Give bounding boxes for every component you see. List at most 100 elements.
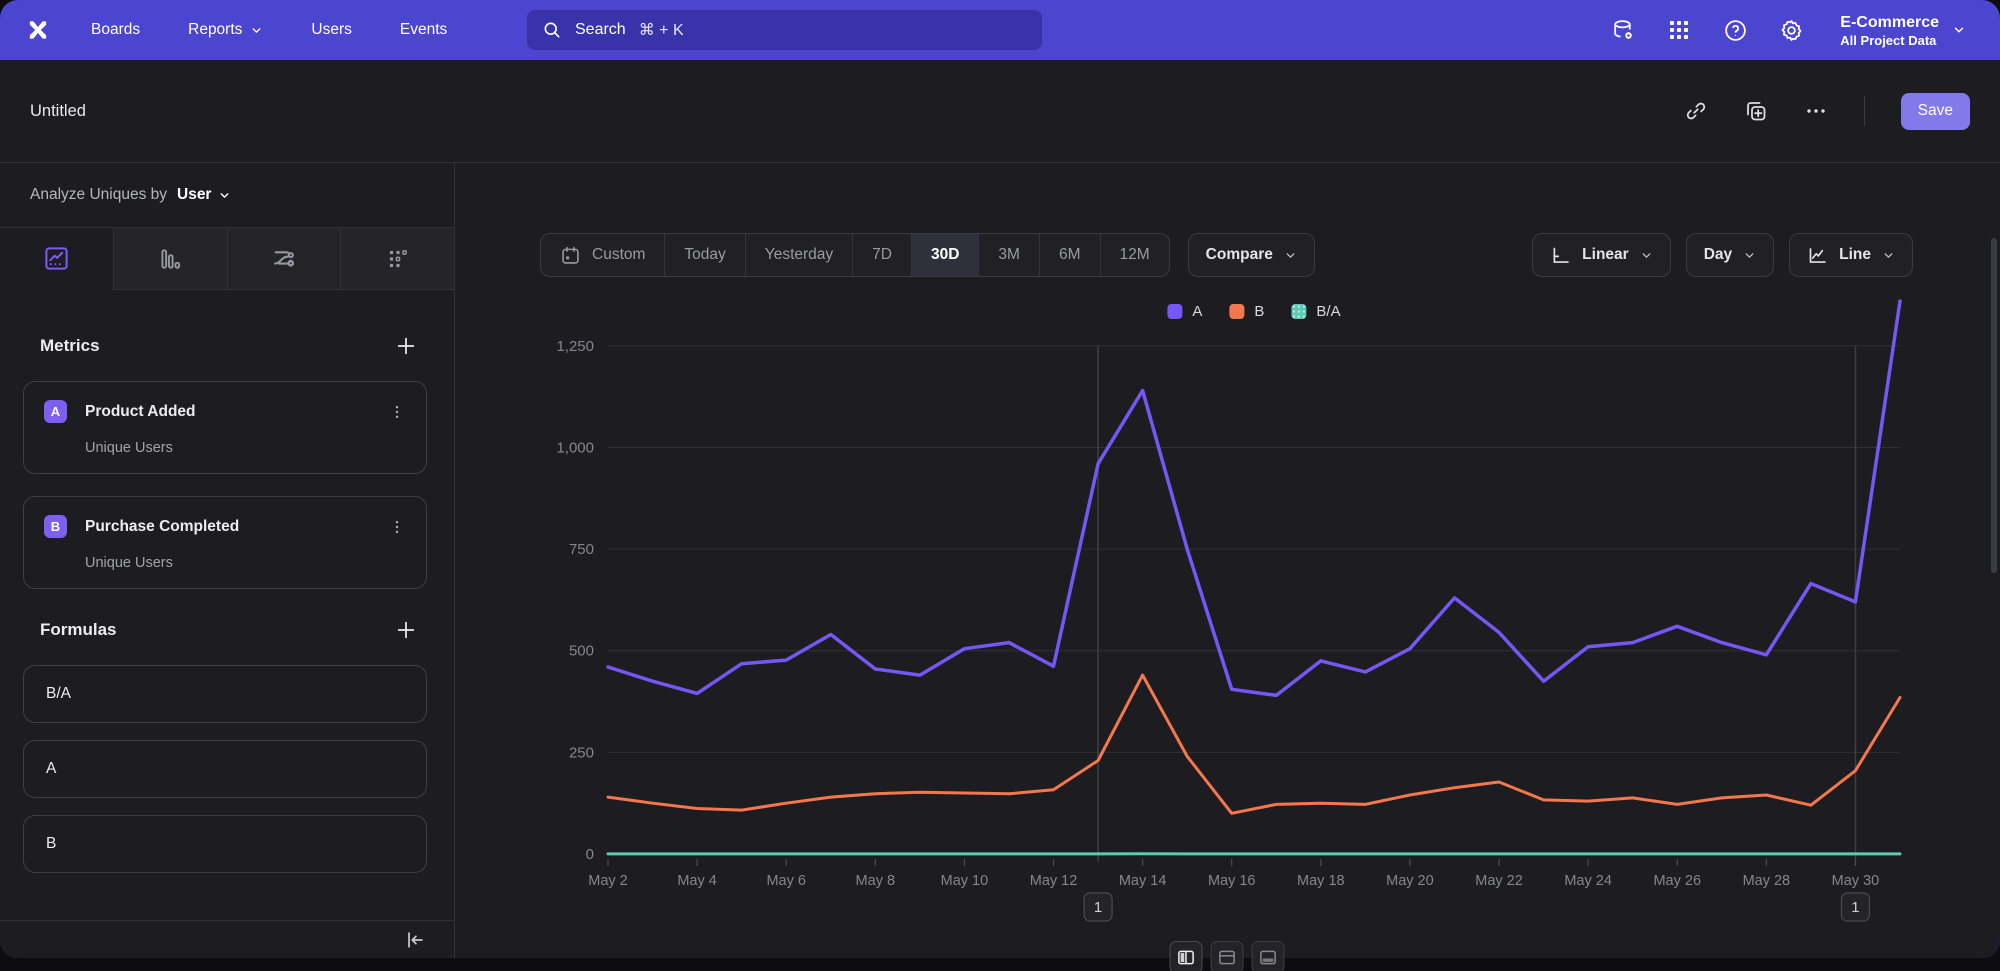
chart-type-label: Line bbox=[1839, 246, 1871, 264]
metrics-grid-icon bbox=[385, 246, 411, 272]
date-range-today[interactable]: Today bbox=[665, 234, 745, 276]
legend-swatch-a bbox=[1167, 304, 1182, 319]
scale-dropdown[interactable]: Linear bbox=[1532, 233, 1671, 277]
formula-card-a[interactable]: A bbox=[23, 740, 427, 798]
formula-card-ba[interactable]: B/A bbox=[23, 665, 427, 723]
nav-item-reports[interactable]: Reports bbox=[188, 21, 263, 39]
add-metric-button[interactable] bbox=[395, 335, 417, 357]
scrollbar-thumb[interactable] bbox=[1991, 238, 1997, 573]
collapse-sidebar-icon[interactable] bbox=[404, 929, 426, 951]
nav-item-events[interactable]: Events bbox=[400, 21, 447, 39]
svg-text:May 16: May 16 bbox=[1208, 873, 1256, 889]
line-chart-icon bbox=[1807, 245, 1828, 266]
legend-label: A bbox=[1192, 303, 1202, 320]
date-range-3m[interactable]: 3M bbox=[979, 234, 1040, 276]
report-header: Untitled Save bbox=[0, 60, 2000, 163]
svg-text:1,250: 1,250 bbox=[556, 338, 594, 355]
kebab-menu-icon[interactable] bbox=[388, 402, 406, 422]
screen: Boards Reports Users Events Search ⌘ + K bbox=[0, 0, 2000, 971]
interval-dropdown[interactable]: Day bbox=[1686, 233, 1774, 277]
formula-card-b[interactable]: B bbox=[23, 815, 427, 873]
legend-swatch-ba bbox=[1291, 304, 1306, 319]
divider bbox=[1864, 96, 1865, 126]
svg-text:May 22: May 22 bbox=[1475, 873, 1523, 889]
tab-bar-chart[interactable] bbox=[114, 228, 228, 290]
metric-row: B Purchase Completed bbox=[44, 515, 406, 538]
search-input[interactable]: Search ⌘ + K bbox=[527, 10, 1042, 50]
tab-metrics-grid[interactable] bbox=[341, 228, 454, 290]
more-ellipsis-icon[interactable] bbox=[1804, 99, 1828, 123]
nav-item-label: Events bbox=[400, 21, 447, 39]
svg-text:250: 250 bbox=[569, 744, 594, 761]
svg-text:May 6: May 6 bbox=[766, 873, 806, 889]
date-range-label: Today bbox=[684, 246, 725, 264]
project-switcher[interactable]: E-Commerce All Project Data bbox=[1840, 13, 1966, 48]
duplicate-icon[interactable] bbox=[1744, 99, 1768, 123]
chevron-down-icon bbox=[1640, 249, 1653, 262]
layout-button-table-split[interactable] bbox=[1211, 941, 1244, 971]
svg-text:1,000: 1,000 bbox=[556, 439, 594, 456]
settings-gear-icon[interactable] bbox=[1778, 17, 1804, 43]
annotation-badge[interactable]: 1 bbox=[1841, 893, 1869, 921]
tab-flows[interactable] bbox=[228, 228, 342, 290]
svg-text:0: 0 bbox=[586, 846, 594, 863]
svg-text:May 18: May 18 bbox=[1297, 873, 1345, 889]
svg-text:May 28: May 28 bbox=[1743, 873, 1791, 889]
metric-card-b[interactable]: B Purchase Completed Unique Users bbox=[23, 496, 427, 589]
data-management-icon[interactable] bbox=[1610, 17, 1636, 43]
metric-row: A Product Added bbox=[44, 400, 406, 423]
date-range-label: Custom bbox=[592, 246, 645, 264]
layout-button-chart-only[interactable] bbox=[1252, 941, 1285, 971]
nav-item-boards[interactable]: Boards bbox=[91, 21, 140, 39]
legend-item-a[interactable]: A bbox=[1167, 303, 1202, 320]
chart-controls: Custom Today Yesterday 7D 30D 3M 6M 12M … bbox=[540, 233, 1913, 277]
mixpanel-logo-icon[interactable] bbox=[24, 17, 51, 44]
chevron-down-icon bbox=[1882, 249, 1895, 262]
compare-dropdown[interactable]: Compare bbox=[1188, 233, 1315, 277]
svg-text:500: 500 bbox=[569, 643, 594, 660]
date-range-12m[interactable]: 12M bbox=[1101, 234, 1169, 276]
date-range-custom[interactable]: Custom bbox=[541, 234, 665, 276]
series-B-line[interactable] bbox=[608, 675, 1900, 813]
legend-item-ba[interactable]: B/A bbox=[1291, 303, 1340, 320]
metric-card-a[interactable]: A Product Added Unique Users bbox=[23, 381, 427, 474]
bar-chart-icon bbox=[157, 246, 183, 272]
date-range-30d[interactable]: 30D bbox=[912, 234, 979, 276]
nav-item-label: Boards bbox=[91, 21, 140, 39]
date-range-yesterday[interactable]: Yesterday bbox=[746, 234, 853, 276]
date-range-label: 30D bbox=[931, 246, 959, 264]
visualization-tabs bbox=[0, 228, 454, 290]
date-range-6m[interactable]: 6M bbox=[1040, 234, 1101, 276]
copy-link-icon[interactable] bbox=[1684, 99, 1708, 123]
tab-insights[interactable] bbox=[0, 228, 114, 290]
date-range-label: 12M bbox=[1120, 246, 1150, 264]
metric-subtitle[interactable]: Unique Users bbox=[85, 440, 406, 456]
chart-type-dropdown[interactable]: Line bbox=[1789, 233, 1913, 277]
report-title[interactable]: Untitled bbox=[30, 102, 86, 121]
nav-item-users[interactable]: Users bbox=[311, 21, 351, 39]
content-shell: Untitled Save Analyze Uniques by User bbox=[0, 60, 2000, 958]
legend-swatch-b bbox=[1229, 304, 1244, 319]
legend-item-b[interactable]: B bbox=[1229, 303, 1264, 320]
svg-text:May 20: May 20 bbox=[1386, 873, 1434, 889]
annotation-badge[interactable]: 1 bbox=[1084, 893, 1112, 921]
layout-button-chart-and-table[interactable] bbox=[1170, 941, 1203, 971]
workspace: Analyze Uniques by User bbox=[0, 163, 2000, 958]
help-icon[interactable] bbox=[1722, 17, 1748, 43]
series-A-line[interactable] bbox=[608, 301, 1900, 695]
chevron-down-icon bbox=[1284, 249, 1297, 262]
formulas-title: Formulas bbox=[40, 620, 117, 640]
chevron-down-icon bbox=[218, 189, 231, 202]
date-range-7d[interactable]: 7D bbox=[853, 234, 912, 276]
save-button[interactable]: Save bbox=[1901, 93, 1970, 130]
date-range-label: 7D bbox=[872, 246, 892, 264]
metric-subtitle[interactable]: Unique Users bbox=[85, 555, 406, 571]
kebab-menu-icon[interactable] bbox=[388, 517, 406, 537]
analyze-uniques-dropdown[interactable]: Analyze Uniques by User bbox=[0, 163, 454, 228]
chevron-down-icon bbox=[1952, 23, 1966, 37]
apps-grid-icon[interactable] bbox=[1666, 17, 1692, 43]
chart-canvas: 02505007501,0001,25011May 2May 4May 6May… bbox=[455, 163, 2000, 958]
analyze-value: User bbox=[177, 186, 231, 204]
query-sidebar: Analyze Uniques by User bbox=[0, 163, 455, 958]
add-formula-button[interactable] bbox=[395, 619, 417, 641]
